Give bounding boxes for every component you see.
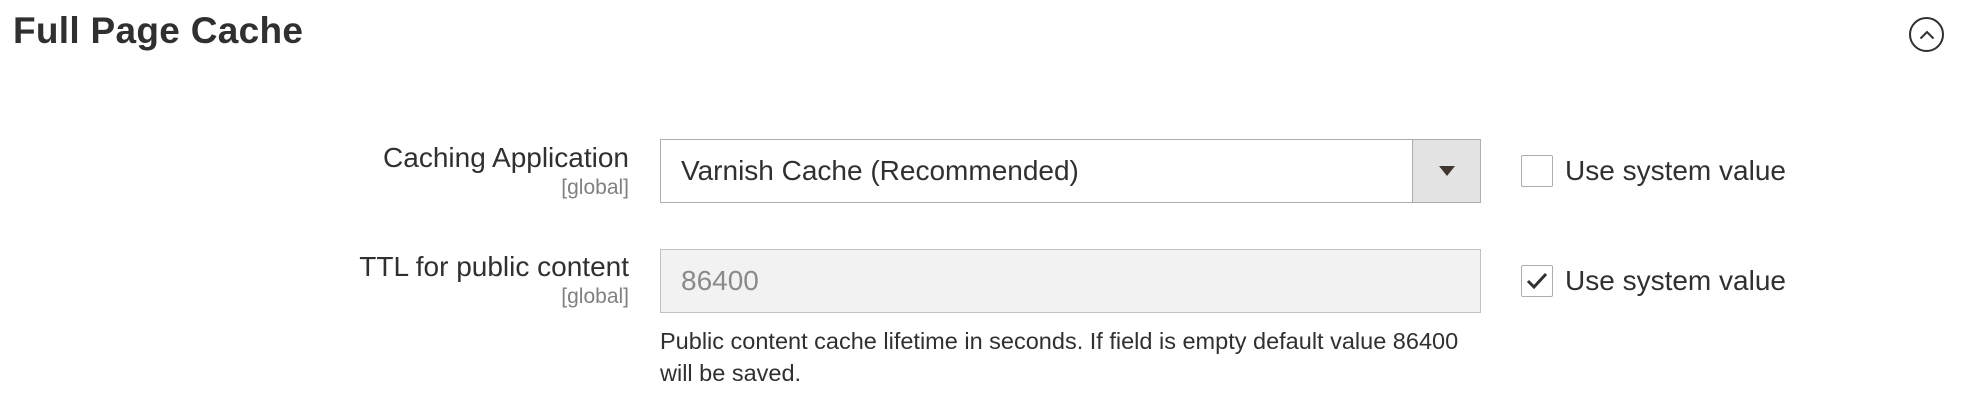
use-system-value-checkbox-checked[interactable] — [1521, 265, 1553, 297]
full-page-cache-section: Full Page Cache Caching Application [glo… — [0, 0, 1966, 420]
caching-application-label: Caching Application — [383, 142, 629, 173]
section-title: Full Page Cache — [13, 10, 304, 51]
triangle-down-icon — [1438, 166, 1455, 176]
ttl-field-note: Public content cache lifetime in seconds… — [660, 328, 1459, 386]
chevron-up-icon — [1919, 30, 1934, 39]
ttl-label-block: TTL for public content [global] — [359, 250, 629, 310]
caching-application-select[interactable]: Varnish Cache (Recommended) — [660, 139, 1481, 203]
use-system-value-label: Use system value — [1565, 265, 1786, 296]
caching-application-scope: [global] — [561, 176, 629, 199]
ttl-label: TTL for public content — [359, 251, 629, 282]
use-system-value-checkbox[interactable] — [1521, 155, 1553, 187]
use-system-value-label: Use system value — [1565, 155, 1786, 186]
caching-application-selected-value: Varnish Cache (Recommended) — [681, 155, 1079, 186]
select-dropdown-button[interactable] — [1412, 140, 1480, 202]
ttl-use-system-value[interactable]: Use system value — [1521, 265, 1786, 297]
checkmark-icon — [1526, 272, 1548, 290]
ttl-scope: [global] — [561, 285, 629, 308]
caching-application-use-system-value[interactable]: Use system value — [1521, 155, 1786, 187]
collapse-toggle-button[interactable] — [1909, 17, 1944, 52]
ttl-public-content-input[interactable] — [660, 249, 1481, 313]
caching-application-label-block: Caching Application [global] — [383, 141, 629, 201]
